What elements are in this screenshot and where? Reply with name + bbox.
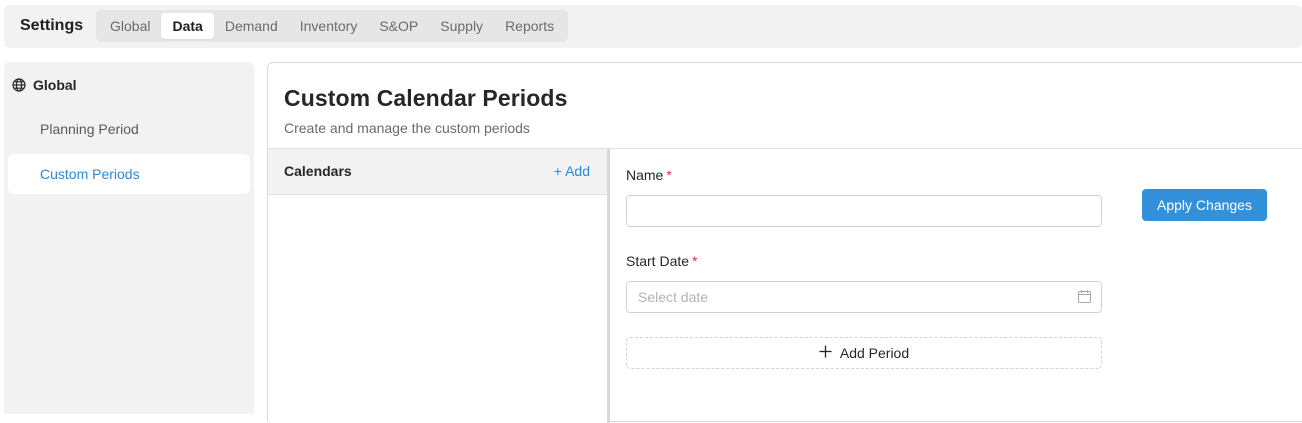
tab-demand[interactable]: Demand [214, 13, 289, 39]
start-date-input[interactable] [626, 281, 1102, 313]
name-label: Name * [626, 167, 672, 183]
page-title: Custom Calendar Periods [284, 85, 568, 111]
tab-reports[interactable]: Reports [494, 13, 565, 39]
tab-sop[interactable]: S&OP [368, 13, 429, 39]
tab-supply[interactable]: Supply [429, 13, 494, 39]
start-date-label-text: Start Date [626, 253, 690, 269]
top-bar: Settings Global Data Demand Inventory S&… [4, 5, 1302, 48]
apply-changes-button[interactable]: Apply Changes [1142, 189, 1267, 221]
required-marker: * [666, 167, 672, 183]
sidebar-item-planning-period[interactable]: Planning Period [8, 109, 250, 149]
required-marker: * [692, 253, 698, 269]
add-period-button[interactable]: Add Period [626, 337, 1102, 369]
name-label-text: Name [626, 167, 664, 183]
add-period-label: Add Period [839, 345, 910, 361]
name-input[interactable] [626, 195, 1102, 227]
start-date-label: Start Date * [626, 253, 697, 269]
sidebar: Global Planning Period Custom Periods [4, 62, 254, 414]
tab-global[interactable]: Global [99, 13, 161, 39]
calendar-form: Name * Start Date * Select date Add Peri… [610, 149, 1302, 423]
main-panel: Custom Calendar Periods Create and manag… [267, 62, 1302, 423]
page-subtitle: Create and manage the custom periods [284, 120, 530, 136]
tab-inventory[interactable]: Inventory [289, 13, 369, 39]
add-calendar-button[interactable]: + Add [554, 163, 590, 179]
calendars-title: Calendars [284, 163, 352, 179]
plus-icon [819, 345, 832, 361]
calendar-icon [1078, 290, 1091, 308]
sidebar-item-custom-periods[interactable]: Custom Periods [8, 154, 250, 194]
globe-icon [12, 78, 26, 92]
sidebar-group-global: Global [12, 76, 77, 94]
tab-data[interactable]: Data [161, 13, 214, 39]
calendars-header: Calendars + Add [268, 149, 607, 195]
settings-tabs: Global Data Demand Inventory S&OP Supply… [96, 10, 569, 42]
sidebar-group-label: Global [33, 77, 77, 93]
start-date-picker[interactable] [626, 281, 1102, 313]
app-title: Settings [20, 17, 84, 34]
calendars-list: Calendars + Add [268, 149, 607, 423]
